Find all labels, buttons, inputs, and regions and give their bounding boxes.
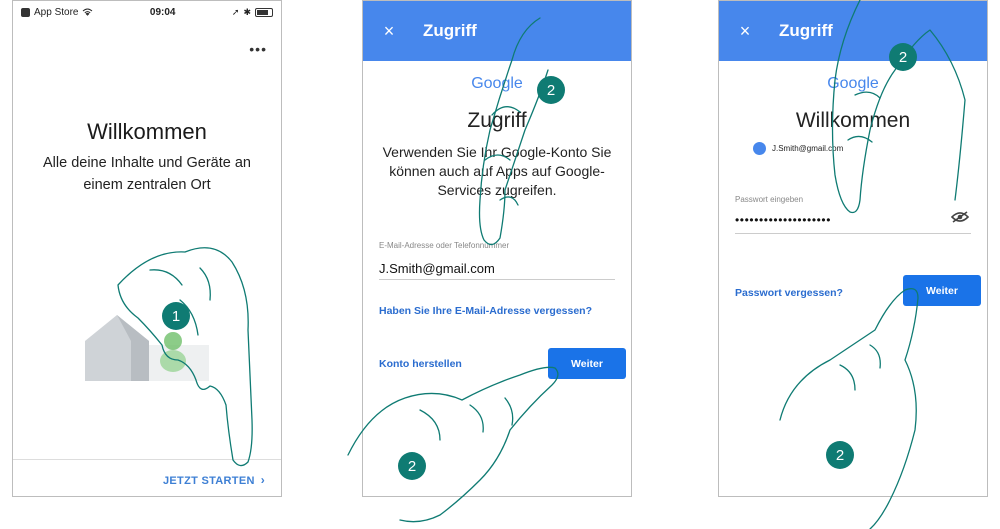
field-underline [379,279,615,280]
page-title: Willkommen [87,119,207,144]
step-badge-2: 2 [398,452,426,480]
password-field[interactable]: •••••••••••••••••••• [735,213,831,227]
more-menu-icon[interactable]: ••• [249,41,267,57]
back-app-icon[interactable] [21,7,30,17]
google-logo-text: Google [827,75,879,92]
step-badge-2: 2 [537,76,565,104]
location-icon: ➚ [231,6,240,17]
page-subtitle: Alle deine Inhalte und Geräte an einem z… [43,155,251,193]
header-title: Zugriff [423,21,477,40]
email-field-label: E-Mail-Adresse oder Telefonnummer [379,241,510,250]
home-illustration [85,315,209,381]
close-icon[interactable]: × [363,21,409,42]
status-bar: App Store 09:04 ➚ ✱ [13,1,281,23]
next-button[interactable]: Weiter [903,275,981,306]
step-badge-2: 2 [889,43,917,71]
chevron-right-icon: › [260,473,265,487]
create-account-link[interactable]: Konto herstellen [379,358,462,370]
account-email: J.Smith@gmail.com [772,144,844,153]
phone-google-password-screen: × Zugriff Google Willkommen J.Smith@gmai… [718,0,988,497]
start-now-button[interactable]: JETZT STARTEN › [163,473,265,487]
battery-icon [255,7,273,17]
email-field[interactable]: J.Smith@gmail.com [379,261,495,276]
clock: 09:04 [149,6,176,18]
header-bar: × Zugriff [363,1,631,61]
next-button[interactable]: Weiter [548,348,626,379]
account-avatar-icon [753,142,766,155]
forgot-email-link[interactable]: Haben Sie Ihre E-Mail-Adresse vergessen? [379,305,592,317]
divider [13,459,281,460]
header-title: Zugriff [779,21,833,40]
start-now-label: JETZT STARTEN [163,475,255,487]
account-chip[interactable]: J.Smith@gmail.com [753,142,843,155]
forgot-password-link[interactable]: Passwort vergessen? [735,287,843,299]
google-logo-text: Google [471,75,523,92]
carrier-label: App Store [34,6,79,18]
bluetooth-icon: ✱ [243,6,251,17]
description-text: Verwenden Sie Ihr Google-Konto Sie könne… [382,144,612,198]
close-icon[interactable]: × [719,21,765,42]
page-title: Willkommen [795,109,911,132]
google-logo: Google [363,75,631,93]
google-logo: Google [719,75,987,93]
page-title: Zugriff [467,109,527,132]
password-field-label: Passwort eingeben [735,195,804,204]
field-underline [735,233,971,234]
step-badge-2: 2 [826,441,854,469]
phone-welcome-screen: App Store 09:04 ➚ ✱ ••• Willkommen Alle … [12,0,282,497]
step-badge-1: 1 [162,302,190,330]
wifi-icon [83,8,93,16]
header-bar: × Zugriff [719,1,987,61]
hide-password-icon[interactable] [951,211,969,223]
phone-google-email-screen: × Zugriff Google Zugriff Verwenden Sie I… [362,0,632,497]
